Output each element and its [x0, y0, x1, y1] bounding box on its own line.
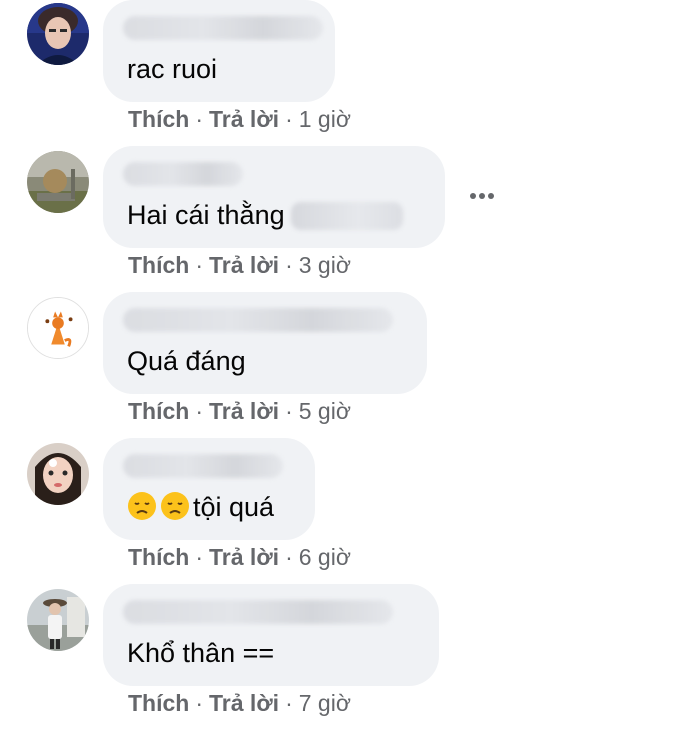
- separator-dot: ·: [285, 398, 293, 424]
- like-button[interactable]: Thích: [128, 398, 189, 424]
- comment-actions: Thích · Trả lời · 3 giờ: [128, 252, 351, 279]
- like-button[interactable]: Thích: [128, 544, 189, 570]
- separator-dot: ·: [285, 544, 293, 570]
- separator-dot: ·: [285, 690, 293, 716]
- comment-bubble: Khổ thân ==: [103, 584, 439, 686]
- author-name-redacted[interactable]: [123, 454, 283, 478]
- reply-button[interactable]: Trả lời: [209, 398, 279, 424]
- comment-text: rac ruoi: [127, 54, 218, 84]
- avatar-woman-selfie-icon[interactable]: [27, 443, 89, 505]
- comment-timestamp[interactable]: 5 giờ: [299, 398, 351, 424]
- comment-actions: Thích · Trả lời · 6 giờ: [128, 544, 351, 571]
- separator-dot: ·: [195, 252, 204, 278]
- disappointed-face-icon: [128, 492, 156, 520]
- avatar-person-outdoors-icon[interactable]: [27, 589, 89, 651]
- separator-dot: ·: [285, 106, 293, 132]
- author-name-redacted[interactable]: [123, 16, 323, 40]
- separator-dot: ·: [195, 398, 204, 424]
- like-button[interactable]: Thích: [128, 690, 189, 716]
- author-name-redacted[interactable]: [123, 162, 243, 186]
- comment-text: Khổ thân ==: [127, 638, 275, 668]
- reply-button[interactable]: Trả lời: [209, 544, 279, 570]
- separator-dot: ·: [195, 106, 204, 132]
- like-button[interactable]: Thích: [128, 106, 189, 132]
- reply-button[interactable]: Trả lời: [209, 252, 279, 278]
- comment-bubble: Quá đáng: [103, 292, 427, 394]
- comment-text-visible: Hai cái thằng: [127, 200, 285, 230]
- reply-button[interactable]: Trả lời: [209, 690, 279, 716]
- comment-text: Hai cái thằng: [127, 198, 403, 232]
- comment-bubble: rac ruoi: [103, 0, 335, 102]
- comment-timestamp[interactable]: 6 giờ: [299, 544, 351, 570]
- comment-text: tội quá: [127, 490, 274, 524]
- comment-actions: Thích · Trả lời · 5 giờ: [128, 398, 351, 425]
- avatar-young-man-icon[interactable]: [27, 3, 89, 65]
- comment-text-visible: tội quá: [193, 492, 275, 522]
- author-name-redacted[interactable]: [123, 600, 393, 624]
- more-options-icon[interactable]: [469, 184, 501, 208]
- separator-dot: ·: [195, 544, 204, 570]
- comment-bubble: tội quá: [103, 438, 315, 540]
- author-name-redacted[interactable]: [123, 308, 393, 332]
- comment-actions: Thích · Trả lời · 7 giờ: [128, 690, 351, 717]
- separator-dot: ·: [285, 252, 293, 278]
- separator-dot: ·: [195, 690, 204, 716]
- reply-button[interactable]: Trả lời: [209, 106, 279, 132]
- comment-timestamp[interactable]: 1 giờ: [299, 106, 351, 132]
- like-button[interactable]: Thích: [128, 252, 189, 278]
- comment-text: Quá đáng: [127, 346, 246, 376]
- comment-bubble: Hai cái thằng: [103, 146, 445, 248]
- comment-timestamp[interactable]: 7 giờ: [299, 690, 351, 716]
- comment-actions: Thích · Trả lời · 1 giờ: [128, 106, 351, 133]
- avatar-stone-sculpture-icon[interactable]: [27, 151, 89, 213]
- disappointed-face-icon: [161, 492, 189, 520]
- redacted-text: [290, 202, 403, 230]
- comment-timestamp[interactable]: 3 giờ: [299, 252, 351, 278]
- avatar-fox-drawing-icon[interactable]: [27, 297, 89, 359]
